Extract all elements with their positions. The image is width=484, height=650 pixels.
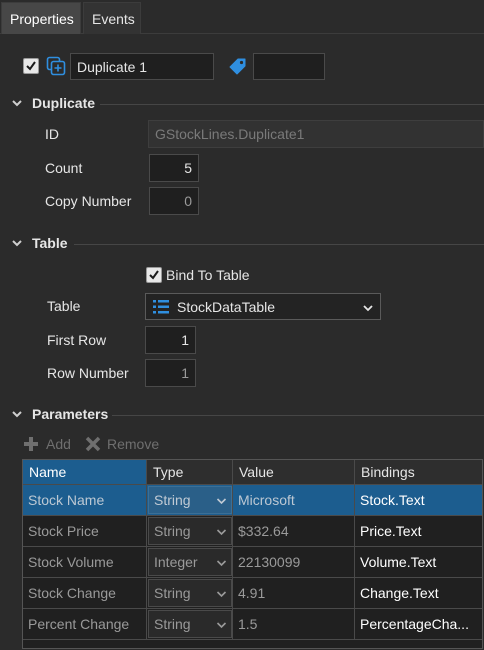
remove-button[interactable]: Remove [84, 434, 164, 454]
id-label: ID [45, 126, 59, 142]
param-name-cell: Stock Name [23, 485, 147, 515]
section-divider [112, 415, 484, 416]
chevron-down-icon [362, 301, 374, 317]
type-select-value: String [154, 616, 191, 632]
column-header-value[interactable]: Value [233, 460, 355, 485]
type-select[interactable]: String [148, 486, 232, 514]
row-number-label: Row Number [47, 365, 129, 381]
param-name-cell: Percent Change [23, 609, 147, 639]
collapse-duplicate-icon[interactable] [10, 96, 24, 110]
param-value-cell[interactable]: $332.64 [233, 516, 355, 546]
collapse-parameters-icon[interactable] [10, 407, 24, 421]
enabled-checkbox[interactable] [23, 58, 39, 74]
first-row-input[interactable]: 1 [145, 326, 196, 354]
add-button[interactable]: Add [22, 434, 77, 454]
collapse-table-icon[interactable] [10, 236, 24, 250]
type-select[interactable]: String [148, 579, 232, 607]
param-binding-cell[interactable]: Volume.Text [355, 547, 482, 577]
param-binding-cell[interactable]: Change.Text [355, 578, 482, 608]
section-title-parameters: Parameters [32, 406, 109, 422]
tab-events[interactable]: Events [83, 2, 141, 34]
plus-icon [22, 435, 40, 456]
type-select[interactable]: String [148, 517, 232, 545]
tag-input[interactable] [253, 53, 325, 80]
copy-number-label: Copy Number [45, 193, 132, 209]
tab-properties[interactable]: Properties [1, 2, 81, 34]
table-select-value: StockDataTable [177, 299, 276, 315]
table-row[interactable]: Percent Change String 1.5 PercentageCha.… [23, 609, 482, 640]
param-type-cell[interactable]: String [147, 516, 233, 546]
add-label: Add [46, 436, 71, 452]
section-divider [100, 104, 484, 105]
copy-number-input[interactable]: 0 [149, 187, 199, 215]
first-row-label: First Row [47, 332, 107, 348]
table-row[interactable]: Stock Volume Integer 22130099 Volume.Tex… [23, 547, 482, 578]
object-name-input[interactable]: Duplicate 1 [70, 53, 214, 80]
bind-to-table-label: Bind To Table [166, 267, 250, 283]
column-header-type[interactable]: Type [147, 460, 233, 485]
param-value-cell[interactable]: Microsoft [233, 485, 355, 515]
remove-label: Remove [107, 436, 160, 452]
row-number-input[interactable]: 1 [145, 359, 196, 387]
table-select[interactable]: StockDataTable [145, 293, 381, 320]
param-name-cell: Stock Change [23, 578, 147, 608]
section-title-table: Table [32, 235, 68, 251]
parameters-grid: Name Type Value Bindings Stock Name Stri… [22, 459, 483, 649]
param-type-cell[interactable]: Integer [147, 547, 233, 577]
param-value-cell[interactable]: 4.91 [233, 578, 355, 608]
param-type-cell[interactable]: String [147, 609, 233, 639]
param-binding-cell[interactable]: Stock.Text [355, 485, 482, 515]
count-label: Count [45, 160, 83, 176]
param-type-cell[interactable]: String [147, 485, 233, 515]
column-header-name[interactable]: Name [23, 460, 147, 485]
param-binding-cell[interactable]: Price.Text [355, 516, 482, 546]
id-field: GStockLines.Duplicate1 [148, 120, 484, 148]
table-label: Table [47, 298, 81, 314]
type-select[interactable]: String [148, 610, 232, 638]
list-icon [152, 298, 170, 319]
table-row[interactable]: Stock Price String $332.64 Price.Text [23, 516, 482, 547]
param-value-cell[interactable]: 22130099 [233, 547, 355, 577]
section-title-duplicate: Duplicate [32, 95, 96, 111]
table-row[interactable]: Stock Name String Microsoft Stock.Text [23, 485, 482, 516]
chevron-down-icon [216, 529, 227, 536]
param-value-cell[interactable]: 1.5 [233, 609, 355, 639]
table-row[interactable]: Stock Change String 4.91 Change.Text [23, 578, 482, 609]
chevron-down-icon [216, 591, 227, 598]
duplicate-icon [46, 56, 66, 76]
tag-icon [228, 57, 248, 77]
type-select[interactable]: Integer [148, 548, 232, 576]
column-header-bindings[interactable]: Bindings [355, 460, 482, 485]
chevron-down-icon [216, 622, 227, 629]
count-input[interactable]: 5 [149, 154, 199, 182]
grid-header: Name Type Value Bindings [23, 460, 482, 485]
param-binding-cell[interactable]: PercentageCha... [355, 609, 482, 639]
type-select-value: String [154, 523, 191, 539]
type-select-value: Integer [154, 554, 198, 570]
param-type-cell[interactable]: String [147, 578, 233, 608]
chevron-down-icon [216, 560, 227, 567]
section-divider [74, 244, 484, 245]
type-select-value: String [154, 492, 191, 508]
param-name-cell: Stock Price [23, 516, 147, 546]
type-select-value: String [154, 585, 191, 601]
bind-to-table-checkbox[interactable] [146, 267, 162, 283]
param-name-cell: Stock Volume [23, 547, 147, 577]
remove-icon [84, 435, 102, 456]
chevron-down-icon [216, 498, 227, 505]
